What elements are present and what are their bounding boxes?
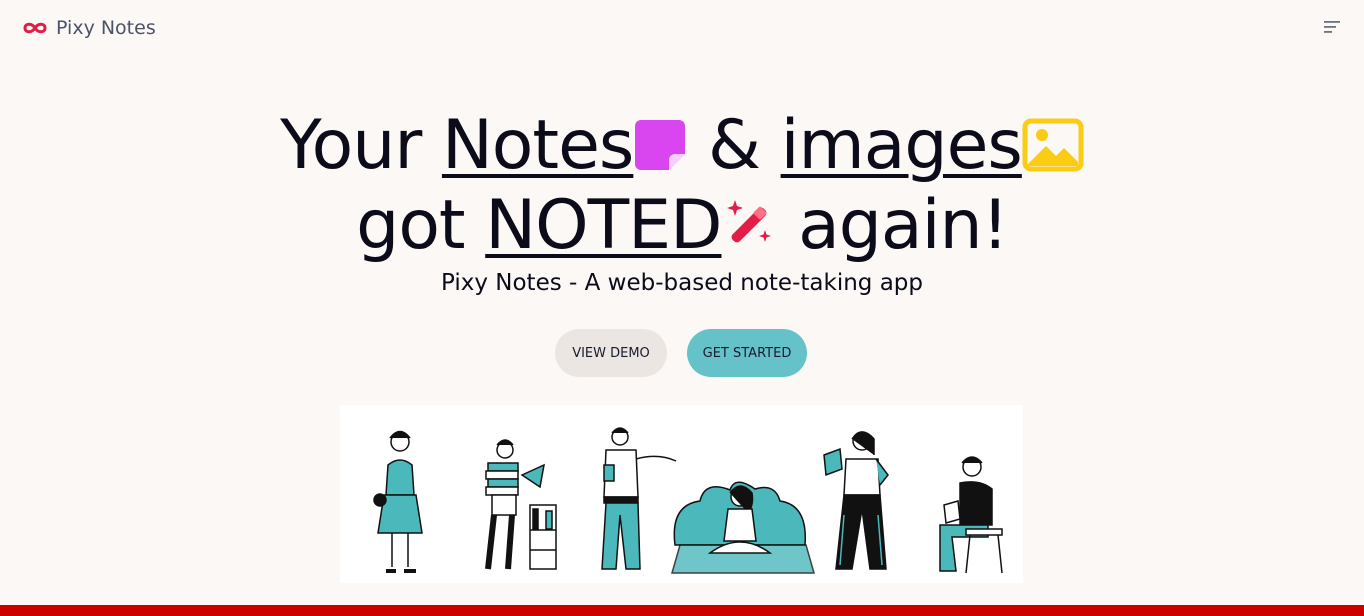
hero-illustration (340, 405, 1023, 583)
hero-text-noted: NOTED (485, 186, 722, 265)
infinity-icon (22, 21, 48, 35)
brand-name: Pixy Notes (56, 17, 156, 39)
menu-icon[interactable] (1322, 18, 1342, 36)
view-demo-button[interactable]: VIEW DEMO (555, 329, 667, 377)
hero-subtitle: Pixy Notes - A web-based note-taking app (440, 270, 923, 296)
hero-text: got (356, 186, 486, 265)
image-icon (1022, 112, 1084, 188)
navbar: Pixy Notes (0, 0, 1364, 56)
magic-wand-icon (721, 192, 777, 268)
hero-text: & (687, 106, 781, 185)
hero-text: again! (777, 186, 1009, 265)
hero-text-notes: Notes (441, 106, 634, 185)
get-started-button[interactable]: GET STARTED (687, 329, 807, 377)
hero-text-images: images (780, 106, 1023, 185)
people-reading-illustration (373, 427, 1003, 574)
brand[interactable]: Pixy Notes (22, 15, 156, 41)
hero-title: Your Notes & images got NOTED again! (0, 108, 1364, 268)
sticky-note-icon (633, 112, 687, 188)
hero-text: Your (280, 106, 442, 185)
footer-bar (0, 605, 1364, 616)
